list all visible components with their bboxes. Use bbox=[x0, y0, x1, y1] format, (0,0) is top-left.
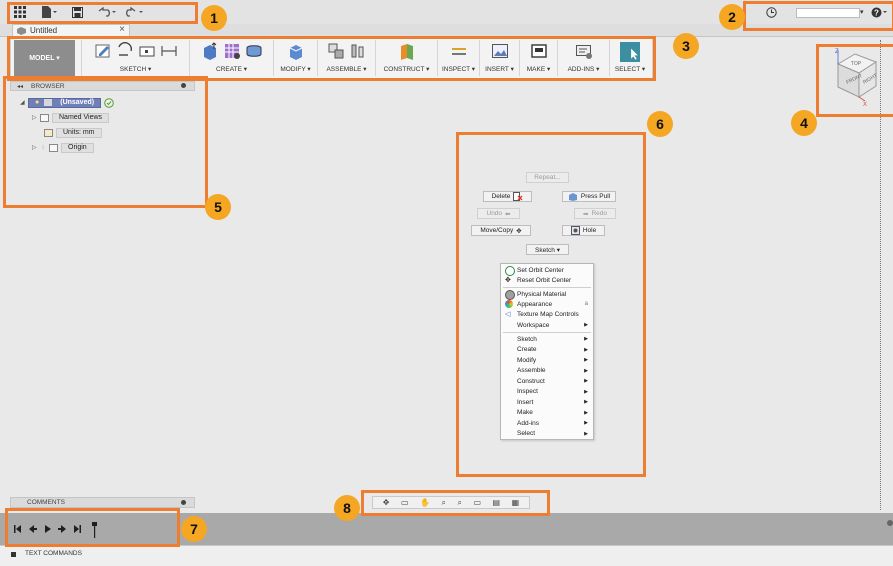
callout-badge-6: 6 bbox=[647, 111, 673, 137]
callout-box-6 bbox=[456, 132, 646, 477]
text-commands-label: TEXT COMMANDS bbox=[25, 550, 82, 557]
close-tab-icon[interactable]: × bbox=[119, 24, 125, 35]
timeline-settings-icon[interactable] bbox=[887, 520, 893, 526]
comments-panel-header[interactable]: COMMENTS bbox=[10, 497, 195, 508]
text-commands-bar[interactable]: TEXT COMMANDS bbox=[0, 545, 893, 566]
callout-box-8 bbox=[361, 490, 550, 516]
callout-box-2 bbox=[743, 1, 893, 31]
document-tab-title: Untitled bbox=[30, 26, 58, 35]
callout-badge-7: 7 bbox=[181, 516, 207, 542]
document-tab[interactable]: Untitled × bbox=[12, 24, 130, 36]
callout-badge-8: 8 bbox=[334, 495, 360, 521]
callout-badge-5: 5 bbox=[205, 194, 231, 220]
callout-box-5 bbox=[3, 76, 208, 208]
callout-box-1 bbox=[7, 2, 198, 24]
comments-title: COMMENTS bbox=[27, 499, 65, 506]
callout-badge-4: 4 bbox=[791, 110, 817, 136]
document-icon bbox=[17, 26, 26, 35]
callout-badge-1: 1 bbox=[201, 5, 227, 31]
callout-badge-3: 3 bbox=[673, 33, 699, 59]
callout-badge-2: 2 bbox=[719, 4, 745, 30]
callout-box-7 bbox=[5, 508, 180, 547]
expand-text-commands-icon[interactable] bbox=[11, 552, 16, 557]
callout-box-3 bbox=[7, 36, 656, 81]
callout-box-4 bbox=[816, 44, 893, 117]
comments-pin-icon[interactable] bbox=[181, 500, 186, 505]
